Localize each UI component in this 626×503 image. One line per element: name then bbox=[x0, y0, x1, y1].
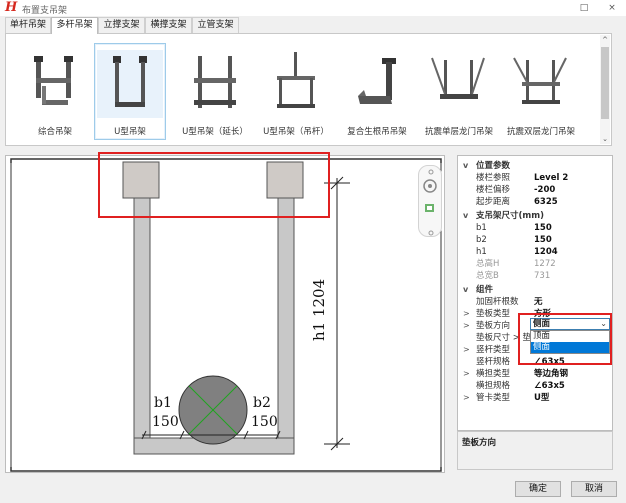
tab-horizontal-brace[interactable]: 横撑支架 bbox=[145, 17, 192, 33]
dim-b1-label: b1 bbox=[154, 395, 172, 411]
gallery-item-composite[interactable]: 综合吊架 bbox=[20, 44, 90, 139]
prop-total-h: 总高H 1272 bbox=[476, 259, 556, 269]
window-title: 布置支吊架 bbox=[22, 6, 68, 16]
u-hanger-extended-icon bbox=[194, 56, 236, 108]
expand-icon[interactable]: > bbox=[463, 368, 470, 380]
expand-icon[interactable]: > bbox=[463, 308, 470, 320]
prop-level-ref[interactable]: 楼栏参照 Level 2 bbox=[458, 172, 612, 184]
prop-beam-type[interactable]: > 横担类型 等边角钢 bbox=[458, 368, 612, 380]
title-bar: H 布置支吊架 □ × bbox=[0, 0, 626, 16]
hanger-type-gallery: 综合吊架 U型吊架 U型吊架（延长） U型吊架（吊杆） 复合生根吊吊架 抗震单层… bbox=[5, 33, 612, 146]
gallery-item-u-hanger-rod[interactable]: U型吊架（吊杆） bbox=[261, 44, 331, 139]
property-description: 垫板方向 bbox=[457, 431, 613, 470]
highlight-box-dropdown bbox=[518, 313, 612, 365]
gallery-item-composite-root[interactable]: 复合生根吊吊架 bbox=[342, 44, 412, 139]
maximize-button[interactable]: □ bbox=[576, 2, 592, 14]
ok-button[interactable]: 确定 bbox=[515, 481, 561, 497]
prop-rib-count[interactable]: 加固杆根数无 bbox=[458, 296, 612, 308]
expand-icon[interactable]: > bbox=[463, 344, 470, 356]
scroll-thumb[interactable] bbox=[601, 47, 609, 119]
prop-beam-spec[interactable]: 横担规格 ∠63x5 bbox=[458, 380, 612, 392]
category-component[interactable]: v 组件 bbox=[458, 284, 612, 296]
prop-level-offset[interactable]: 楼栏偏移 -200 bbox=[458, 184, 612, 196]
rod-left bbox=[133, 197, 151, 446]
expand-icon[interactable]: > bbox=[463, 392, 470, 404]
dim-b2-label: b2 bbox=[253, 395, 271, 411]
prop-b2[interactable]: b2 150 bbox=[458, 234, 612, 246]
tab-multi-rod[interactable]: 多杆吊架 bbox=[51, 17, 98, 34]
tab-single-rod[interactable]: 单杆吊架 bbox=[5, 17, 51, 33]
gallery-item-label: U型吊架（吊杆） bbox=[263, 127, 329, 137]
highlight-box-pads bbox=[98, 152, 330, 218]
description-title: 垫板方向 bbox=[462, 438, 497, 448]
gallery-item-u-hanger[interactable]: U型吊架 bbox=[94, 43, 166, 140]
cancel-button[interactable]: 取消 bbox=[571, 481, 617, 497]
tab-riser-support[interactable]: 立管支架 bbox=[192, 17, 239, 33]
category-size[interactable]: v 支吊架尺寸(mm) bbox=[458, 210, 612, 222]
app-logo-icon: H bbox=[5, 0, 18, 15]
scroll-down-icon[interactable]: ⌄ bbox=[600, 134, 610, 144]
collapse-icon[interactable]: v bbox=[463, 284, 468, 296]
gallery-item-label: 抗震单层龙门吊架 bbox=[424, 127, 493, 137]
dim-h1-label: h1 1204 bbox=[310, 279, 328, 341]
u-hanger-rod-icon bbox=[277, 52, 315, 108]
prop-start-distance[interactable]: 起步距离 6325 bbox=[458, 196, 612, 208]
gallery-item-label: U型吊架 bbox=[114, 127, 146, 137]
seismic-double-gantry-icon bbox=[513, 57, 567, 104]
composite-root-hanger-icon bbox=[358, 58, 396, 104]
prop-h1[interactable]: h1 1204 bbox=[458, 246, 612, 258]
steering-wheel-icon bbox=[423, 179, 437, 193]
rod-right bbox=[277, 197, 295, 446]
collapse-icon[interactable]: v bbox=[463, 210, 468, 222]
gallery-scrollbar[interactable]: ^ ⌄ bbox=[600, 35, 610, 144]
prop-total-b: 总宽B 731 bbox=[476, 271, 551, 281]
prop-b1[interactable]: b1 150 bbox=[458, 222, 612, 234]
dim-b1-value: 150 bbox=[152, 414, 179, 430]
seismic-single-gantry-icon bbox=[431, 57, 485, 99]
property-grid: v 位置参数 楼栏参照 Level 2 楼栏偏移 -200 起步距离 6325 v 支吊架… bbox=[457, 155, 613, 431]
gallery-item-seismic-single[interactable]: 抗震单层龙门吊架 bbox=[424, 44, 494, 139]
category-position[interactable]: v 位置参数 bbox=[458, 160, 612, 172]
dim-b2-value: 150 bbox=[251, 414, 278, 430]
u-hanger-icon bbox=[97, 50, 163, 118]
composite-hanger-icon bbox=[34, 56, 73, 105]
zoom-icon bbox=[425, 204, 434, 212]
collapse-icon[interactable]: v bbox=[463, 160, 468, 172]
close-button[interactable]: × bbox=[604, 2, 620, 14]
gallery-item-label: 抗震双层龙门吊架 bbox=[506, 127, 575, 137]
tab-vertical-brace[interactable]: 立撑支架 bbox=[98, 17, 145, 33]
gallery-item-label: U型吊架（延长） bbox=[182, 127, 248, 137]
gallery-item-u-hanger-extended[interactable]: U型吊架（延长） bbox=[180, 44, 250, 139]
expand-icon[interactable]: > bbox=[463, 320, 470, 332]
gallery-item-label: 复合生根吊吊架 bbox=[347, 127, 407, 137]
prop-clamp-type[interactable]: > 管卡类型 U型 bbox=[458, 392, 612, 404]
view-navigation-bar[interactable] bbox=[418, 165, 442, 237]
scroll-up-icon[interactable]: ^ bbox=[600, 35, 610, 45]
dialog-window: H 布置支吊架 □ × 单杆吊架 多杆吊架 立撑支架 横撑支架 立管支架 综合吊… bbox=[0, 0, 626, 503]
gallery-item-seismic-double[interactable]: 抗震双层龙门吊架 bbox=[506, 44, 576, 139]
